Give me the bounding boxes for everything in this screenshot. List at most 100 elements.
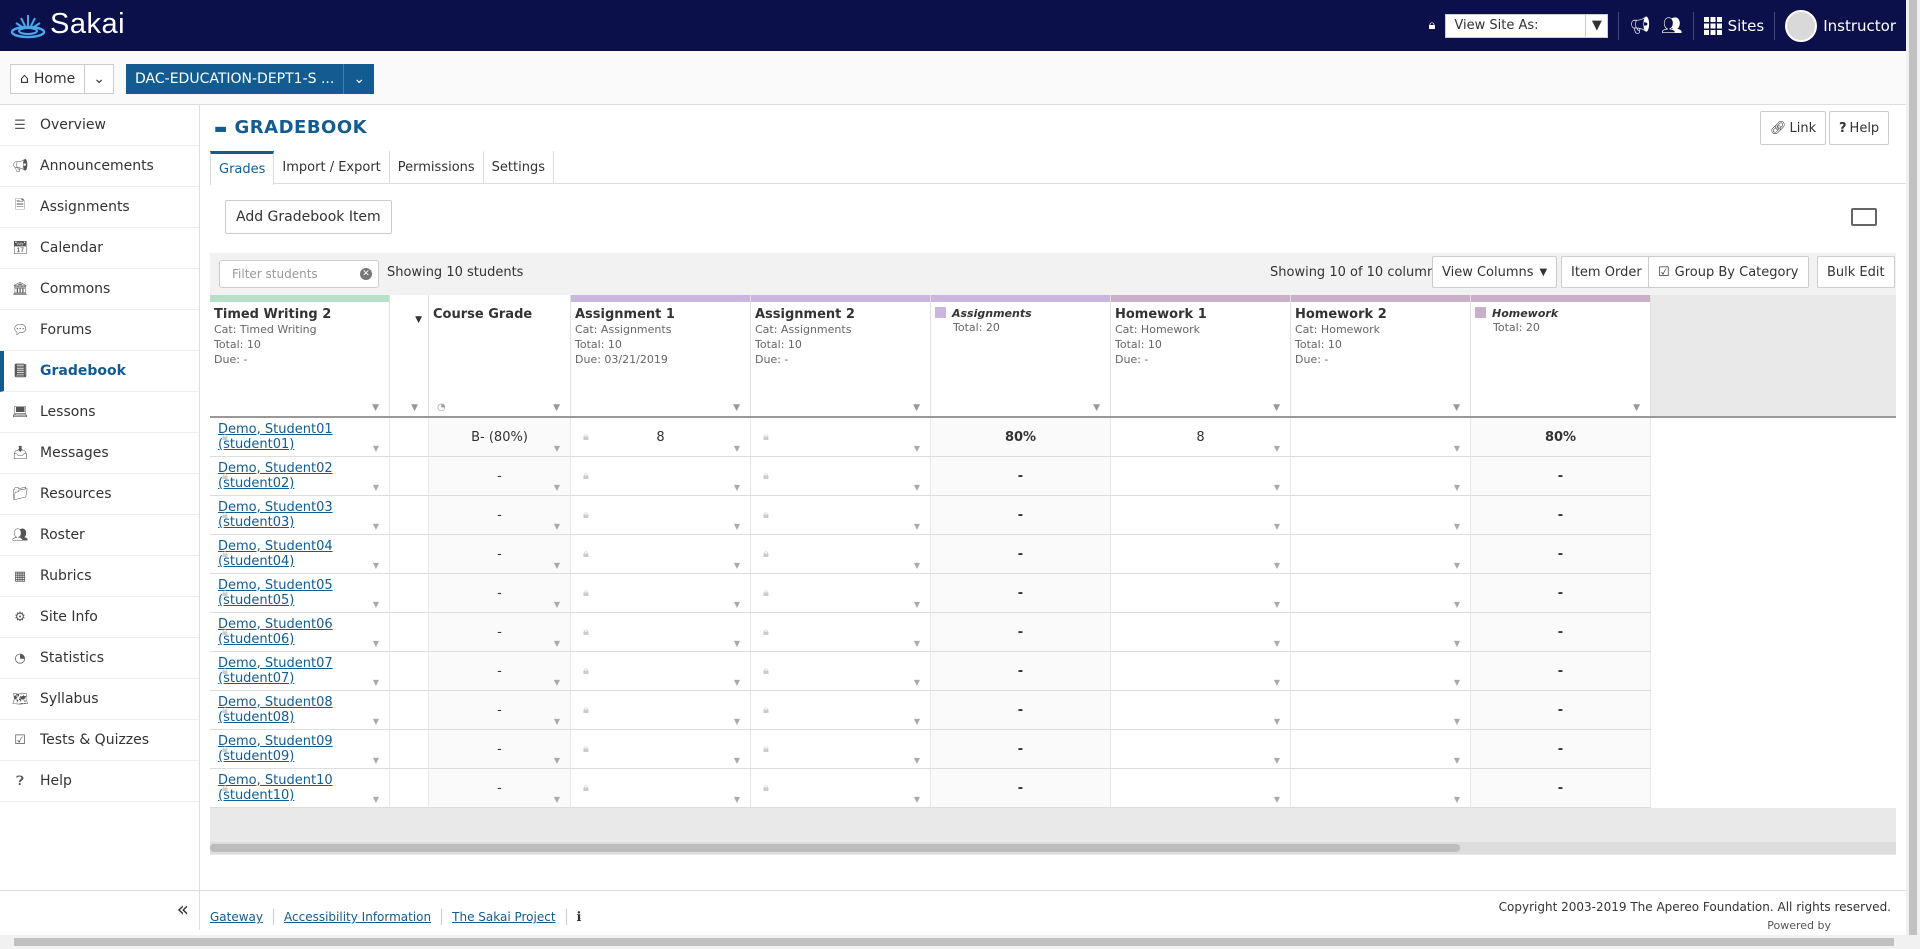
megaphone-icon[interactable]: 📢︎ (1629, 16, 1651, 36)
grade-cell[interactable]: ▼ (1111, 574, 1291, 613)
sites-button[interactable]: Sites (1703, 16, 1764, 35)
chevron-down-icon[interactable]: ▼ (373, 483, 379, 492)
grade-cell[interactable]: ▼ (1111, 691, 1291, 730)
chevron-down-icon[interactable]: ▼ (373, 522, 379, 531)
grade-cell[interactable]: ▼ (1291, 496, 1471, 535)
tab-import-export[interactable]: Import / Export (274, 151, 390, 184)
sidebar-item-lessons[interactable]: 💻︎ Lessons (0, 392, 199, 433)
grade-cell[interactable]: 🔒︎ ▼ (210, 691, 390, 730)
sidebar-item-syllabus[interactable]: 🗺︎ Syllabus (0, 679, 199, 720)
chevron-down-icon[interactable]: ▼ (554, 561, 560, 570)
chevron-down-icon[interactable]: ▼ (734, 483, 740, 492)
chevron-down-icon[interactable]: ▼ (373, 561, 379, 570)
grade-cell[interactable]: 🔒︎ ▼ (751, 535, 931, 574)
chevron-down-icon[interactable]: ▼ (914, 444, 920, 453)
chevron-down-icon[interactable]: ▼ (373, 600, 379, 609)
user-menu[interactable]: Instructor (1785, 9, 1896, 42)
grade-cell[interactable]: 8 ▼ (1111, 418, 1291, 457)
chevron-down-icon[interactable]: ▼ (734, 678, 740, 687)
chevron-down-icon[interactable]: ▼ (1454, 600, 1460, 609)
sidebar-item-assignments[interactable]: 🗎 Assignments (0, 187, 199, 228)
category-score-cell[interactable]: - (931, 652, 1111, 691)
course-grade-cell[interactable]: - ▼ (429, 574, 571, 613)
collapse-menu-icon[interactable]: « (0, 890, 200, 930)
chevron-down-icon[interactable]: ▼ (914, 795, 920, 804)
column-header-timed-writing-2[interactable]: Timed Writing 2 Cat: Timed Writing Total: … (210, 295, 390, 417)
bulk-edit-button[interactable]: Bulk Edit (1817, 256, 1895, 288)
sidebar-item-announcements[interactable]: 📢︎ Announcements (0, 146, 199, 187)
grade-cell[interactable]: 🔒︎ ▼ (210, 496, 390, 535)
sidebar-item-tests-quizzes[interactable]: ☑ Tests & Quizzes (0, 720, 199, 761)
chevron-down-icon[interactable]: ▼ (373, 756, 379, 765)
chevron-down-icon[interactable]: ▼ (1274, 795, 1280, 804)
chevron-down-icon[interactable]: ▼ (554, 795, 560, 804)
category-score-cell[interactable]: - (931, 574, 1111, 613)
chevron-down-icon[interactable]: ▼ (1453, 403, 1460, 413)
footer-link-gateway[interactable]: Gateway (210, 910, 263, 924)
footer-link-accessibility-information[interactable]: Accessibility Information (284, 910, 431, 924)
vertical-scrollbar[interactable] (1906, 0, 1920, 935)
grade-cell[interactable]: 🔒︎ ▼ (571, 613, 751, 652)
chevron-down-icon[interactable]: ▼ (1454, 522, 1460, 531)
grade-cell[interactable]: ▼ (1291, 691, 1471, 730)
category-score-cell[interactable]: 80% (931, 418, 1111, 457)
grade-cell[interactable]: ▼ (1291, 535, 1471, 574)
sidebar-item-gradebook[interactable]: 📘︎ Gradebook (0, 351, 199, 392)
chevron-down-icon[interactable]: ▼ (1273, 403, 1280, 413)
chevron-down-icon[interactable]: ▼ (914, 600, 920, 609)
group-by-category-toggle[interactable]: ☑ Group By Category (1648, 256, 1809, 288)
column-header-assignment-1[interactable]: Assignment 1 Cat: Assignments Total: 10 Due… (571, 295, 751, 417)
tab-permissions[interactable]: Permissions (390, 151, 484, 184)
chevron-down-icon[interactable]: ▼ (1454, 717, 1460, 726)
users-icon[interactable]: 👥︎ (1661, 16, 1683, 36)
grade-cell[interactable]: ▼ (1111, 496, 1291, 535)
sidebar-item-statistics[interactable]: ◔ Statistics (0, 638, 199, 679)
column-header-homework[interactable]: Homework Total: 20 ▼ (1471, 295, 1651, 417)
view-columns-button[interactable]: View Columns ▼ (1432, 256, 1558, 288)
current-site-button[interactable]: DAC-EDUCATION-DEPT1-S ... ⌄ (126, 64, 375, 94)
grade-cell[interactable]: 🔒︎ ▼ (210, 652, 390, 691)
sidebar-item-calendar[interactable]: 📅︎ Calendar (0, 228, 199, 269)
grade-cell[interactable]: 🔒︎ ▼ (210, 613, 390, 652)
chevron-down-icon[interactable]: ▼ (373, 639, 379, 648)
chevron-down-icon[interactable]: ▼ (914, 561, 920, 570)
chevron-down-icon[interactable]: ▼ (1274, 444, 1280, 453)
grade-cell[interactable]: 🔒︎ ▼ (751, 652, 931, 691)
clear-icon[interactable]: ✕ (360, 268, 372, 280)
column-header-course-grade[interactable]: Course Grade ◔ ▼ (429, 295, 571, 417)
grade-cell[interactable]: ▼ (1291, 730, 1471, 769)
category-score-cell[interactable]: - (931, 496, 1111, 535)
chevron-down-icon[interactable]: ▼ (1274, 522, 1280, 531)
grade-cell[interactable]: ▼ (1111, 730, 1291, 769)
column-header-homework-1[interactable]: Homework 1 Cat: Homework Total: 10 Due: - ▼ (1111, 295, 1291, 417)
filter-students-input[interactable]: Filter students ✕ (219, 260, 379, 288)
chevron-down-icon[interactable]: ▼ (373, 795, 379, 804)
grade-cell[interactable]: 🔒︎ ▼ (751, 613, 931, 652)
category-score-cell[interactable]: - (1471, 535, 1651, 574)
category-score-cell[interactable]: 80% (1471, 418, 1651, 457)
grade-cell[interactable]: 🔒︎ ▼ (210, 457, 390, 496)
sidebar-item-overview[interactable]: ☰ Overview (0, 105, 199, 146)
tab-settings[interactable]: Settings (484, 151, 554, 184)
grade-cell[interactable]: 🔒︎ ▼ (571, 574, 751, 613)
grade-cell[interactable]: 🔒︎ ▼ (571, 535, 751, 574)
grade-cell[interactable]: 🔒︎ ▼ (751, 769, 931, 808)
chevron-down-icon[interactable]: ▼ (914, 639, 920, 648)
grade-cell[interactable]: 🔒︎ ▼ (751, 574, 931, 613)
sidebar-item-rubrics[interactable]: ▦ Rubrics (0, 556, 199, 597)
grade-cell[interactable]: ▼ (1291, 613, 1471, 652)
chevron-down-icon[interactable]: ▼ (1454, 444, 1460, 453)
sidebar-item-commons[interactable]: 🏛︎ Commons (0, 269, 199, 310)
chevron-down-icon[interactable]: ▼ (734, 561, 740, 570)
chevron-down-icon[interactable]: ▼ (1454, 483, 1460, 492)
sidebar-item-site-info[interactable]: ⚙ Site Info (0, 597, 199, 638)
scrollbar-thumb[interactable] (14, 938, 1894, 946)
sidebar-item-messages[interactable]: 📥︎ Messages (0, 433, 199, 474)
link-button[interactable]: 🔗︎ Link (1760, 111, 1827, 145)
chevron-down-icon[interactable]: ▼ (553, 403, 560, 413)
category-score-cell[interactable]: - (931, 613, 1111, 652)
chevron-down-icon[interactable]: ▼ (554, 600, 560, 609)
view-site-as-select[interactable]: View Site As: ▼ (1445, 13, 1609, 38)
chevron-down-icon[interactable]: ▼ (554, 444, 560, 453)
grade-cell[interactable]: ▼ (1111, 535, 1291, 574)
